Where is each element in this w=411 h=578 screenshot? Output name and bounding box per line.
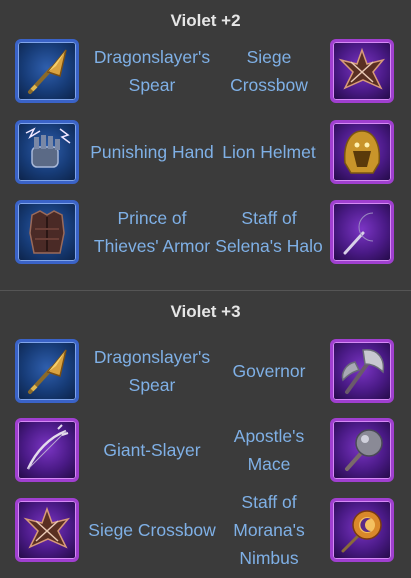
item-name: Siege Crossbow [230,47,308,95]
spear-icon[interactable] [15,39,79,103]
item-name: Staff of Selena's Halo [215,208,323,256]
bow-icon[interactable] [15,418,79,482]
item-name: Dragonslayer's Spear [93,47,211,95]
item-name: Apostle's Mace [233,426,305,474]
item-row: Dragonslayer's Spear Governor [0,339,411,409]
item-name: Governor [232,361,306,381]
item-name: Siege Crossbow [88,520,216,540]
crossbow-icon[interactable] [330,39,394,103]
item-name: Staff of Morana's Nimbus [233,492,305,568]
item-name: Prince of Thieves' Armor [93,208,211,256]
section-violet-plus-2: Violet +2 Dragonslayer's Spear Siege Cro… [0,0,411,290]
item-row: Punishing Hand Lion Helmet [0,120,411,190]
sun-staff-icon[interactable] [330,498,394,562]
spear-icon[interactable] [15,339,79,403]
item-name: Giant-Slayer [103,440,201,460]
item-row: Dragonslayer's Spear Siege Crossbow [0,39,411,109]
axe-icon[interactable] [330,339,394,403]
item-name: Punishing Hand [90,142,214,162]
gauntlet-icon[interactable] [15,120,79,184]
item-row: Giant-Slayer Apostle's Mace [0,418,411,488]
item-row: Prince of Thieves' Armor Staff of Selena… [0,200,411,270]
armor-icon[interactable] [15,200,79,264]
crescent-staff-icon[interactable] [330,200,394,264]
mace-icon[interactable] [330,418,394,482]
section-violet-plus-3: Violet +3 Dragonslayer's Spear Governor [0,291,411,578]
item-name: Dragonslayer's Spear [93,347,211,395]
lion-helmet-icon[interactable] [330,120,394,184]
crossbow-icon[interactable] [15,498,79,562]
section-title: Violet +3 [170,302,241,321]
item-name: Lion Helmet [222,142,316,162]
item-row: Siege Crossbow Staff of Morana's Nimbus [0,492,411,568]
section-title: Violet +2 [170,11,241,30]
